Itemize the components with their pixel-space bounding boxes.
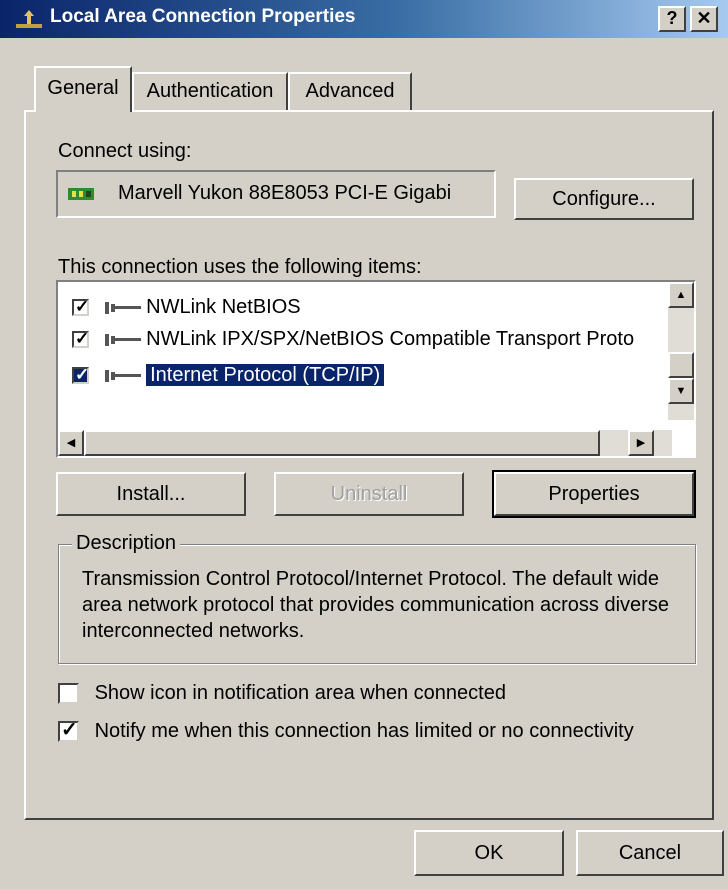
list-item[interactable]: ✓ NWLink IPX/SPX/NetBIOS Compatible Tran…	[72, 328, 634, 356]
horizontal-scrollbar[interactable]: ◀ ▶	[58, 430, 672, 456]
scroll-up-button[interactable]: ▲	[668, 282, 694, 308]
tab-authentication[interactable]: Authentication	[132, 72, 288, 110]
scroll-right-button[interactable]: ▶	[628, 430, 654, 456]
description-legend: Description	[72, 532, 181, 555]
component-label: Internet Protocol (TCP/IP)	[145, 363, 386, 387]
component-checkbox[interactable]: ✓	[72, 365, 89, 385]
notify-label: Notify me when this connection has limit…	[94, 720, 634, 742]
network-protocol-icon	[104, 333, 141, 346]
install-label: Install...	[116, 483, 186, 505]
list-item[interactable]: ✓ Internet Protocol (TCP/IP)	[72, 363, 386, 392]
close-button[interactable]: ✕	[690, 6, 718, 32]
help-button[interactable]: ?	[658, 6, 686, 32]
install-button[interactable]: Install...	[56, 472, 246, 516]
ok-button[interactable]: OK	[414, 830, 564, 876]
tab-general[interactable]: General	[34, 66, 132, 112]
network-card-icon	[68, 188, 94, 200]
list-item[interactable]: ✓ NWLink NetBIOS	[72, 296, 301, 324]
notify-checkbox[interactable]: ✓	[58, 720, 79, 743]
uninstall-label: Uninstall	[330, 483, 408, 505]
component-label: NWLink NetBIOS	[146, 296, 301, 318]
tab-advanced[interactable]: Advanced	[288, 72, 412, 110]
show-icon-label: Show icon in notification area when conn…	[94, 682, 506, 704]
adapter-name: Marvell Yukon 88E8053 PCI-E Gigabi	[118, 182, 452, 204]
components-list[interactable]: ✓ NWLink NetBIOS ✓ NWLink IPX/SPX/NetBIO…	[56, 280, 696, 458]
component-label: NWLink IPX/SPX/NetBIOS Compatible Transp…	[146, 328, 635, 350]
cancel-label: Cancel	[618, 842, 682, 864]
network-connection-icon	[16, 10, 42, 28]
description-text: Transmission Control Protocol/Internet P…	[82, 568, 669, 642]
adapter-field: Marvell Yukon 88E8053 PCI-E Gigabi	[56, 170, 496, 218]
scroll-thumb[interactable]	[668, 352, 694, 378]
network-protocol-icon	[104, 369, 141, 382]
close-icon: ✕	[696, 8, 712, 28]
properties-button[interactable]: Properties	[492, 470, 696, 518]
network-protocol-icon	[104, 301, 141, 314]
configure-label: Configure...	[552, 188, 656, 210]
configure-button[interactable]: Configure...	[514, 178, 694, 220]
scroll-down-button[interactable]: ▼	[668, 378, 694, 404]
vertical-scrollbar[interactable]: ▲ ▼	[668, 282, 694, 420]
show-icon-checkbox[interactable]	[58, 683, 79, 705]
uninstall-button[interactable]: Uninstall	[274, 472, 464, 516]
show-icon-option[interactable]: Show icon in notification area when conn…	[58, 682, 506, 705]
notify-option[interactable]: ✓ Notify me when this connection has lim…	[58, 720, 634, 743]
component-checkbox[interactable]: ✓	[72, 329, 89, 349]
items-label: This connection uses the following items…	[58, 256, 422, 278]
title-bar: Local Area Connection Properties ? ✕	[0, 0, 728, 38]
scroll-thumb-horizontal[interactable]	[84, 430, 600, 456]
connect-using-label: Connect using:	[58, 140, 192, 162]
window-title: Local Area Connection Properties	[50, 6, 356, 27]
ok-label: OK	[474, 842, 504, 864]
properties-label: Properties	[548, 483, 640, 505]
cancel-button[interactable]: Cancel	[576, 830, 724, 876]
component-checkbox[interactable]: ✓	[72, 297, 89, 317]
scroll-left-button[interactable]: ◀	[58, 430, 84, 456]
